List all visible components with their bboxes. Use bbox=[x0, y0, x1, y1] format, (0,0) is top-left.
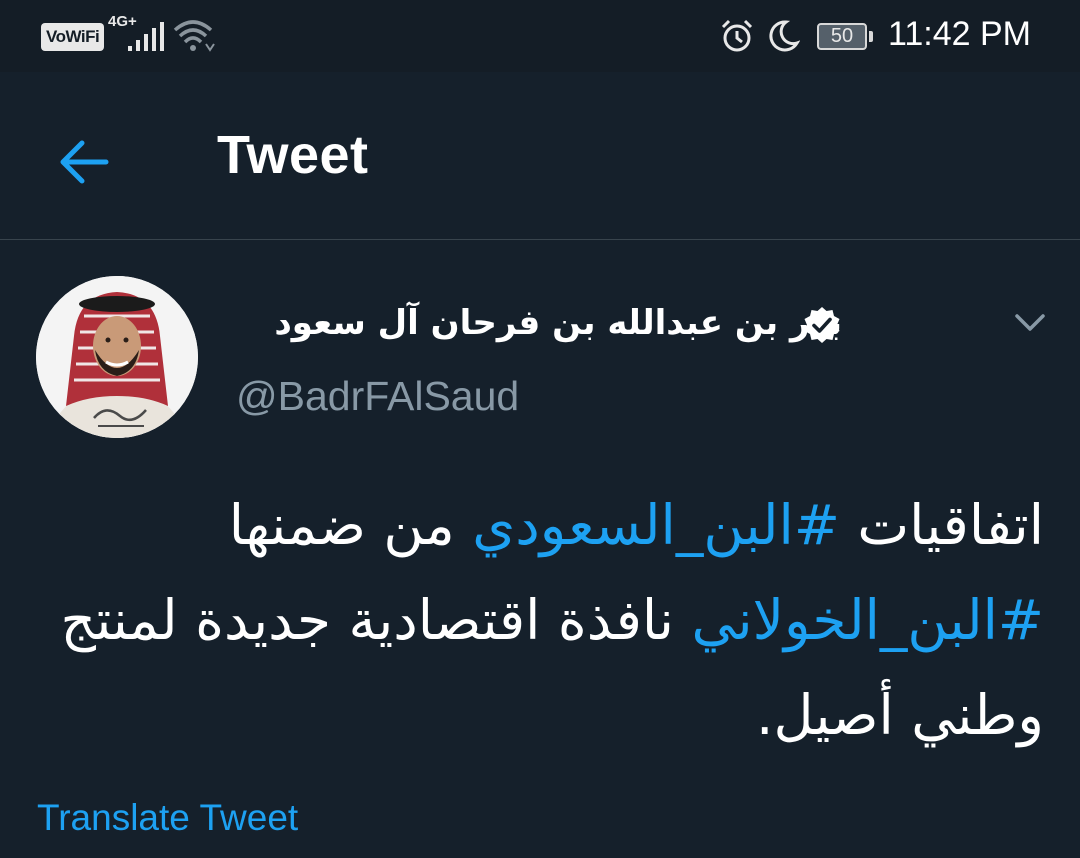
author-handle[interactable]: @BadrFAlSaud bbox=[236, 373, 519, 420]
tweet-text: اتفاقيات #البن_السعودي من ضمنها #البن_ال… bbox=[44, 478, 1044, 763]
battery-tip bbox=[869, 31, 873, 42]
hashtag-link-2[interactable]: #البن_الخولاني bbox=[691, 588, 1044, 652]
battery-icon: 50 bbox=[817, 23, 867, 50]
page-title: Tweet bbox=[217, 125, 369, 185]
chevron-down-icon[interactable] bbox=[1010, 303, 1050, 343]
signal-icon bbox=[128, 22, 164, 51]
avatar-image bbox=[36, 276, 198, 438]
author-name[interactable]: بدر بن عبدالله بن فرحان آل سعود bbox=[274, 298, 842, 348]
vowifi-indicator: VoWiFi bbox=[41, 23, 105, 51]
clock: 11:42 PM bbox=[888, 15, 1032, 53]
arrow-left-icon[interactable] bbox=[50, 127, 120, 197]
alarm-icon bbox=[721, 19, 753, 52]
header: Tweet bbox=[0, 72, 1080, 240]
moon-icon bbox=[769, 20, 800, 52]
translate-tweet-link[interactable]: Translate Tweet bbox=[37, 797, 298, 839]
verified-badge-icon bbox=[804, 307, 840, 343]
avatar[interactable] bbox=[36, 276, 198, 438]
tweet-text-part-1: اتفاقيات bbox=[839, 493, 1044, 557]
wifi-icon bbox=[173, 20, 215, 52]
hashtag-link-1[interactable]: #البن_السعودي bbox=[472, 493, 840, 557]
tweet-text-part-2: من ضمنها bbox=[228, 493, 473, 557]
status-bar: VoWiFi 4G+ 50 11:42 PM bbox=[0, 0, 1080, 72]
